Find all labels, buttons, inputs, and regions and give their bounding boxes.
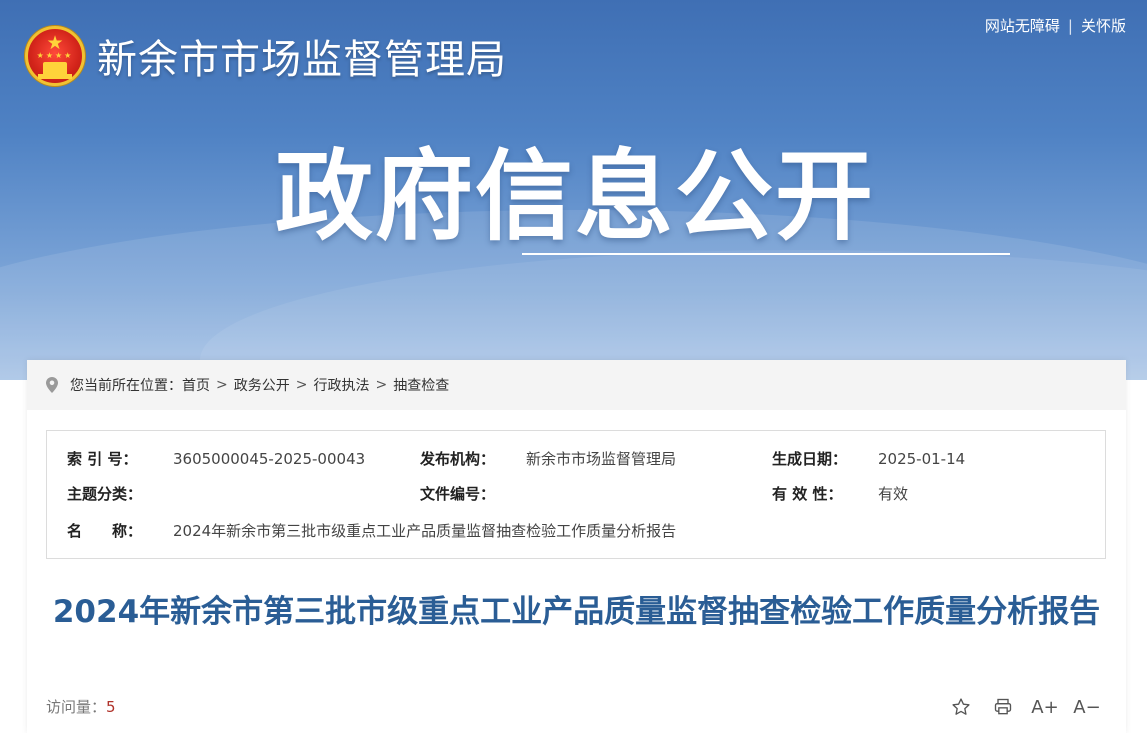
visits-count: 5 [106,698,116,716]
font-decrease-icon[interactable]: A− [1073,696,1100,718]
national-emblem-icon: ★ ★★★★ [25,26,85,86]
meta-row-2: 主题分类： 文件编号： 有 效 性： 有效 [47,484,1105,504]
org-label: 发布机构： [420,450,496,468]
validity-label: 有 效 性： [772,485,843,503]
breadcrumb-prefix: 您当前所在位置： [70,378,182,394]
care-version-link[interactable]: 关怀版 [1081,17,1126,35]
date-label: 生成日期： [772,450,848,468]
visits-label: 访问量： [46,698,107,716]
breadcrumb-inspection[interactable]: 抽查检查 [393,375,449,395]
star-icon[interactable] [950,696,972,718]
breadcrumb-separator: > [216,377,228,393]
link-separator: | [1067,17,1073,35]
index-label: 索 引 号： [67,450,138,468]
docno-label: 文件编号： [420,485,496,503]
visit-counter: 访问量：5 [46,696,116,717]
validity-value: 有效 [878,485,909,503]
site-title[interactable]: 新余市市场监督管理局 [97,36,507,84]
print-icon[interactable] [992,696,1014,718]
document-metadata-table: 索 引 号： 3605000045-2025-00043 发布机构： 新余市市场… [46,430,1106,559]
breadcrumb-separator: > [295,377,308,393]
article-tools: A+ A− [950,696,1101,718]
date-value: 2025-01-14 [878,450,966,468]
article-title: 2024年新余市第三批市级重点工业产品质量监督抽查检验工作质量分析报告 [52,594,1101,630]
breadcrumb-separator: > [375,377,388,393]
topic-label: 主题分类： [67,485,143,503]
name-label: 名 称： [67,522,143,540]
org-value: 新余市市场监督管理局 [526,450,677,468]
accessibility-link[interactable]: 网站无障碍 [985,17,1060,35]
breadcrumb-home[interactable]: 首页 [182,375,210,395]
breadcrumb-gov-affairs[interactable]: 政务公开 [234,375,290,395]
meta-row-1: 索 引 号： 3605000045-2025-00043 发布机构： 新余市市场… [47,449,1105,469]
content-card: 您当前所在位置： 首页 > 政务公开 > 行政执法 > 抽查检查 索 引 号： … [27,360,1126,733]
name-value: 2024年新余市第三批市级重点工业产品质量监督抽查检验工作质量分析报告 [173,522,677,540]
index-value: 3605000045-2025-00043 [173,450,366,468]
font-increase-icon[interactable]: A+ [1031,696,1058,718]
breadcrumb: 您当前所在位置： 首页 > 政务公开 > 行政执法 > 抽查检查 [27,360,1126,410]
breadcrumb-law-enforcement[interactable]: 行政执法 [313,375,369,395]
top-links: 网站无障碍 | 关怀版 [985,16,1126,36]
banner-title: 政府信息公开 [275,140,876,254]
header-banner: ★ ★★★★ 新余市市场监督管理局 网站无障碍 | 关怀版 政府信息公开 [0,0,1147,380]
location-pin-icon [46,377,58,393]
meta-row-3: 名 称： 2024年新余市第三批市级重点工业产品质量监督抽查检验工作质量分析报告 [47,521,1105,541]
banner-title-underline [522,253,1010,255]
